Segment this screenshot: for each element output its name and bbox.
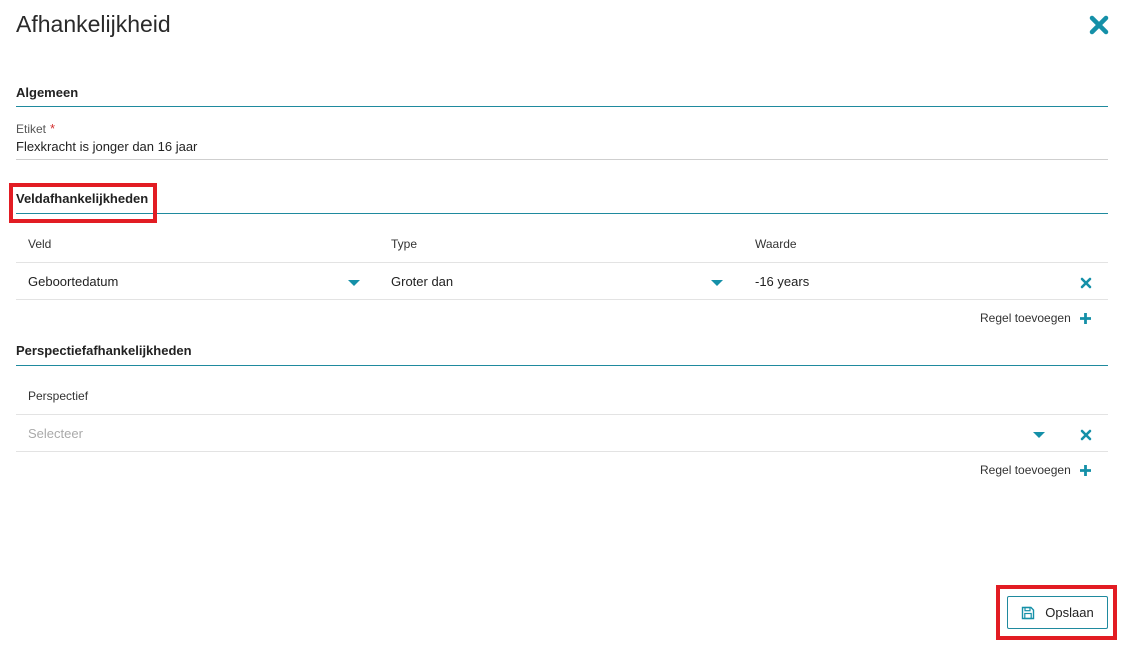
remove-row-icon[interactable] [1080,428,1092,441]
chevron-down-icon[interactable] [711,280,723,286]
waarde-input[interactable]: -16 years [755,274,809,289]
column-header-veld: Veld [28,237,52,251]
section-algemeen-title: Algemeen [16,85,79,100]
add-rule-label: Regel toevoegen [980,311,1071,325]
etiket-label-text: Etiket [16,122,47,136]
plus-icon [1079,464,1092,477]
section-perspectief-title: Perspectiefafhankelijkheden [16,343,192,358]
section-perspectief-header: Perspectiefafhankelijkheden [16,343,1108,366]
add-rule-button[interactable]: Regel toevoegen [980,311,1092,325]
etiket-label: Etiket * [16,121,55,136]
row-divider [16,451,1108,452]
row-divider [16,262,1108,263]
section-veld-title: Veldafhankelijkheden [16,191,149,206]
plus-icon [1079,312,1092,325]
add-rule-button[interactable]: Regel toevoegen [980,463,1092,477]
section-veld-header: Veldafhankelijkheden [16,191,1108,214]
row-divider [16,414,1108,415]
row-divider [16,299,1108,300]
type-select[interactable]: Groter dan [391,274,453,289]
save-button-label: Opslaan [1045,605,1094,620]
perspectief-select[interactable]: Selecteer [28,426,83,441]
close-icon[interactable] [1087,13,1111,37]
save-button[interactable]: Opslaan [1007,596,1108,629]
section-algemeen-header: Algemeen [16,85,1108,107]
veld-select[interactable]: Geboortedatum [28,274,118,289]
etiket-field[interactable]: Flexkracht is jonger dan 16 jaar [16,139,1108,160]
floppy-disk-icon [1021,606,1035,620]
remove-row-icon[interactable] [1080,276,1092,289]
chevron-down-icon[interactable] [348,280,360,286]
chevron-down-icon[interactable] [1033,432,1045,438]
column-header-type: Type [391,237,418,251]
column-header-perspectief: Perspectief [28,389,89,403]
dialog-title: Afhankelijkheid [16,11,171,37]
column-header-waarde: Waarde [755,237,797,251]
add-rule-label: Regel toevoegen [980,463,1071,477]
required-marker: * [50,121,56,136]
